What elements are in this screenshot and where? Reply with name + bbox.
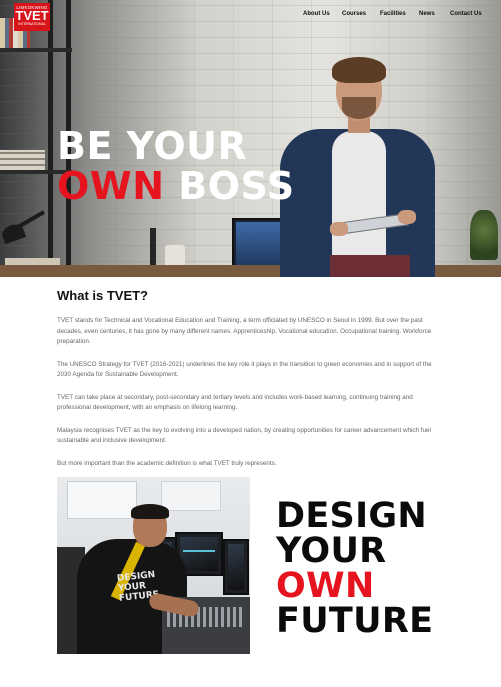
- tagline-line-3-red: OWN: [276, 566, 375, 606]
- hero-line-2-red: OWN: [57, 164, 165, 208]
- paragraph: But more important than the academic def…: [57, 459, 277, 467]
- hero-line-2-white: BOSS: [178, 164, 295, 208]
- person-hair: [332, 57, 386, 83]
- nav-contact-us[interactable]: Contact Us: [450, 11, 482, 17]
- about-section: What is TVET? TVET stands for Technical …: [57, 288, 447, 481]
- tagline-line-4: FUTURE: [276, 601, 434, 641]
- section-heading: What is TVET?: [57, 288, 148, 303]
- hand: [330, 222, 348, 236]
- whiteboard: [67, 481, 137, 519]
- books: [0, 150, 45, 170]
- person-beard: [342, 97, 376, 119]
- logo-bottom-text: INTERNATIONAL: [18, 22, 46, 26]
- pen-holder: [165, 245, 185, 267]
- speaker: [150, 228, 156, 268]
- tagline-line-1: DESIGN: [276, 496, 428, 536]
- nav-facilities[interactable]: Facilities: [380, 11, 406, 17]
- paragraph: TVET stands for Technical and Vocational…: [57, 317, 432, 345]
- paragraph: Malaysia recognises TVET as the key to e…: [57, 426, 431, 445]
- technician-photo: DESIGN YOUR FUTURE: [57, 477, 250, 654]
- person-tshirt: [332, 131, 386, 271]
- paragraph: TVET can take place at secondary, post-s…: [57, 393, 413, 412]
- nav-about-us[interactable]: About Us: [303, 11, 330, 17]
- hero-headline: BE YOUR OWN BOSS: [57, 126, 295, 206]
- shelf-board: [0, 48, 72, 52]
- whiteboard: [161, 481, 221, 511]
- top-nav: About Us Courses Facilities News Contact…: [0, 11, 501, 21]
- hero-banner: BE YOUR OWN BOSS: [0, 0, 501, 277]
- monitor: [223, 539, 249, 595]
- technician-hair: [131, 504, 169, 519]
- shelf-post: [48, 0, 53, 270]
- nav-news[interactable]: News: [419, 11, 435, 17]
- nav-courses[interactable]: Courses: [342, 11, 366, 17]
- plant: [470, 210, 498, 260]
- person-pants: [330, 255, 410, 277]
- hero-line-1: BE YOUR: [57, 124, 248, 168]
- hand: [398, 210, 416, 224]
- hero-person: [270, 55, 445, 277]
- design-your-future-tagline: DESIGN YOUR OWN FUTURE: [276, 499, 433, 639]
- tagline-line-2: YOUR: [276, 531, 387, 571]
- paragraph: The UNESCO Strategy for TVET (2016-2021)…: [57, 360, 432, 379]
